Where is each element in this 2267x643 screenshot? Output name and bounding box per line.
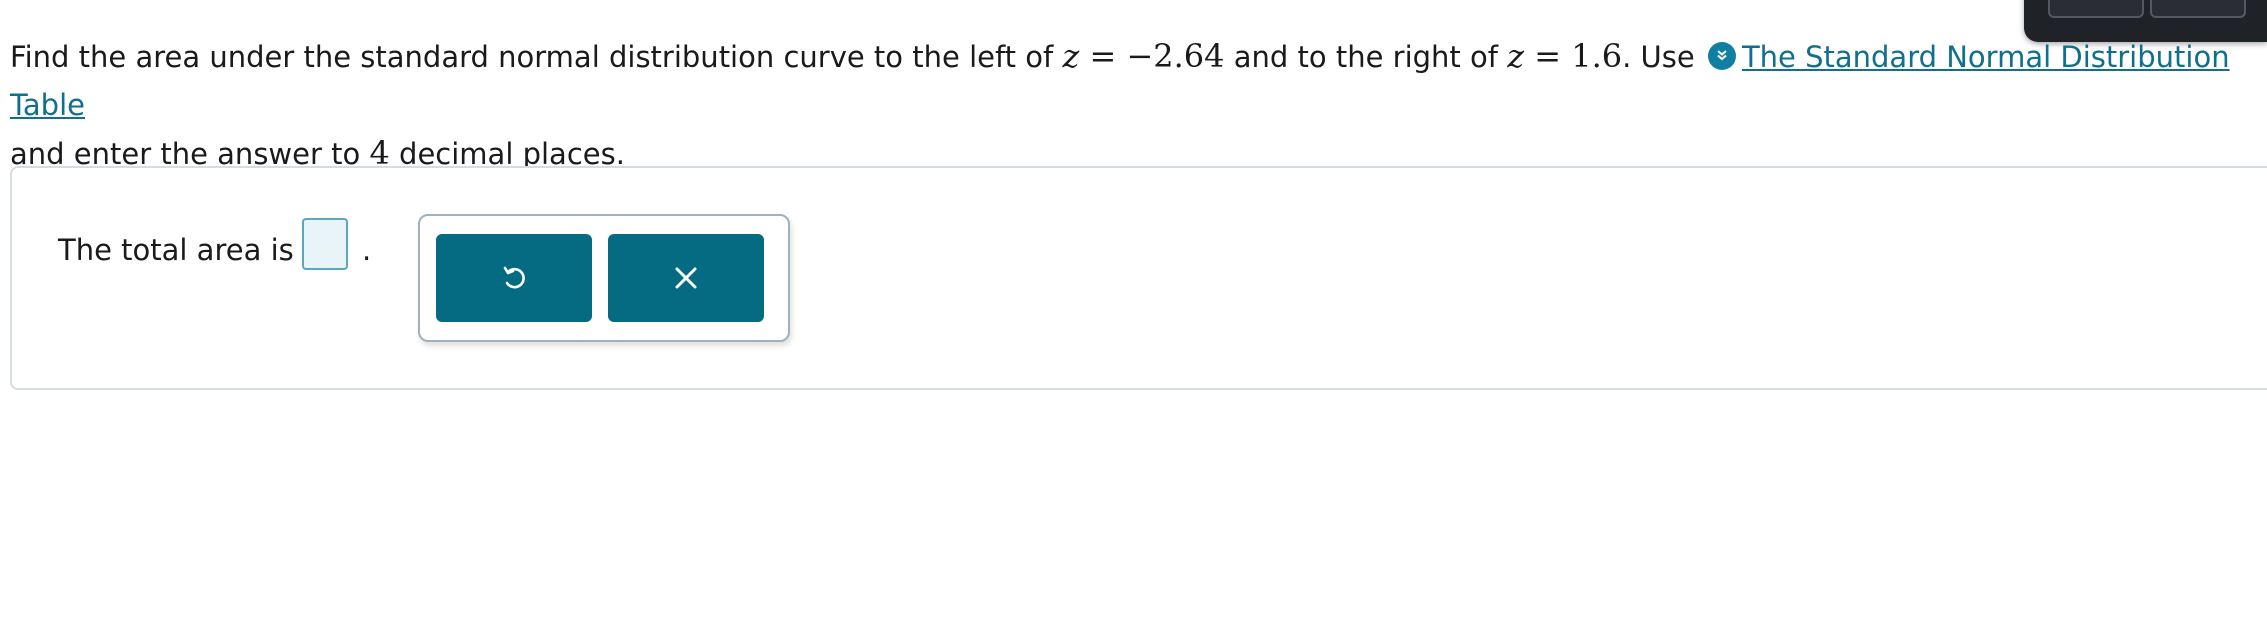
question-part-3: . Use	[1622, 40, 1704, 74]
z-left-value: −2.64	[1126, 37, 1225, 75]
equals-sign: =	[1524, 37, 1572, 75]
answer-prompt: The total area is	[58, 233, 294, 267]
z-variable: z	[1507, 37, 1525, 75]
total-area-input[interactable]	[302, 218, 348, 270]
clear-button[interactable]	[608, 234, 764, 322]
question-text: Find the area under the standard normal …	[10, 32, 2250, 178]
z-right-value: 1.6	[1571, 37, 1623, 75]
close-icon	[675, 267, 697, 289]
question-part-2: and to the right of	[1224, 40, 1508, 74]
z-left-expression: z = −2.64	[1062, 37, 1224, 75]
z-right-expression: z = 1.6	[1507, 37, 1622, 75]
answer-panel: The total area is .	[10, 166, 2267, 390]
toolbar-button-right[interactable]	[2150, 0, 2246, 18]
toolbar-button-left[interactable]	[2048, 0, 2144, 18]
answer-period: .	[362, 233, 372, 267]
undo-button[interactable]	[436, 234, 592, 322]
chevron-double-down-icon[interactable]	[1707, 42, 1736, 70]
answer-tools	[418, 214, 790, 342]
question-part-1: Find the area under the standard normal …	[10, 40, 1063, 74]
undo-icon	[503, 266, 525, 289]
z-variable: z	[1062, 37, 1080, 75]
equals-sign: =	[1079, 37, 1127, 75]
